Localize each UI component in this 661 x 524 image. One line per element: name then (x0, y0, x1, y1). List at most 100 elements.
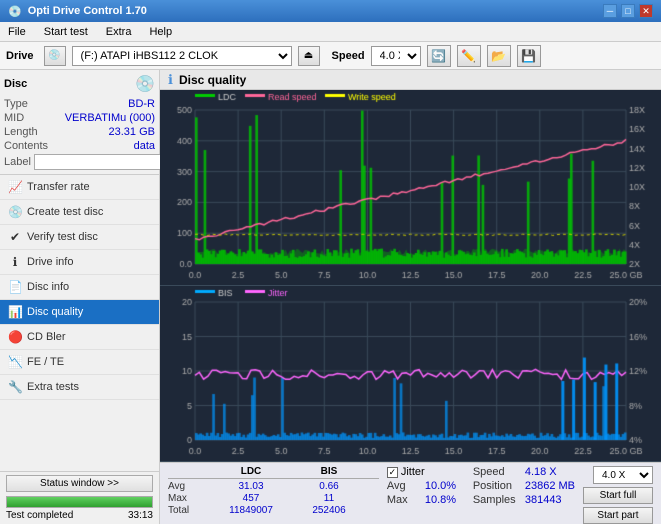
progress-bar-fill (7, 497, 152, 507)
stats-max-row: Max 457 11 (168, 493, 379, 504)
samples-key: Samples (473, 494, 521, 506)
app-title: Opti Drive Control 1.70 (28, 5, 147, 17)
stats-max-ldc: 457 (216, 493, 286, 504)
disc-quality-icon: 📊 (8, 305, 22, 319)
status-window-button[interactable]: Status window >> (6, 475, 153, 492)
status-bar: Status window >> Test completed 33:13 (0, 471, 159, 524)
titlebar-controls: ─ □ ✕ (603, 4, 653, 18)
fe-te-icon: 📉 (8, 355, 22, 369)
stats-max-bis: 11 (294, 493, 364, 504)
disc-contents-key: Contents (4, 140, 48, 152)
samples-val: 381443 (525, 494, 562, 506)
chart2-wrapper (160, 286, 661, 462)
speed-key: Speed (473, 466, 521, 478)
close-button[interactable]: ✕ (639, 4, 653, 18)
position-key: Position (473, 480, 521, 492)
start-full-button[interactable]: Start full (583, 487, 653, 504)
speed-dropdown[interactable]: 4.0 X (593, 466, 653, 484)
speed-select[interactable]: 4.0 X (371, 46, 421, 66)
jitter-label: Jitter (401, 466, 425, 478)
minimize-button[interactable]: ─ (603, 4, 617, 18)
eject-button[interactable]: ⏏ (298, 46, 320, 66)
verify-test-disc-label: Verify test disc (27, 231, 98, 243)
disc-contents-val: data (134, 140, 155, 152)
disc-label-input[interactable] (34, 154, 174, 170)
disc-label-row: Label 🔍 (4, 154, 155, 170)
menu-extra[interactable]: Extra (102, 25, 136, 39)
titlebar-left: 💿 Opti Drive Control 1.70 (8, 5, 147, 18)
status-time: 33:13 (128, 510, 153, 521)
jitter-avg-row: Avg 10.0% (387, 480, 465, 492)
save-button[interactable]: 💾 (517, 45, 541, 67)
jitter-max-label: Max (387, 494, 417, 506)
titlebar: 💿 Opti Drive Control 1.70 ─ □ ✕ (0, 0, 661, 22)
sidebar-item-cd-bler[interactable]: 🔴 CD Bler (0, 325, 159, 350)
position-val: 23862 MB (525, 480, 575, 492)
transfer-rate-icon: 📈 (8, 180, 22, 194)
menu-start-test[interactable]: Start test (40, 25, 92, 39)
menu-help[interactable]: Help (145, 25, 176, 39)
status-bottom: Test completed 33:13 (6, 510, 153, 521)
sidebar-item-extra-tests[interactable]: 🔧 Extra tests (0, 375, 159, 400)
stats-total-bis: 252406 (294, 505, 364, 516)
sidebar-item-create-test-disc[interactable]: 💿 Create test disc (0, 200, 159, 225)
sidebar-item-transfer-rate[interactable]: 📈 Transfer rate (0, 175, 159, 200)
jitter-avg-label: Avg (387, 480, 417, 492)
disc-label-key: Label (4, 156, 31, 168)
sidebar-item-fe-te[interactable]: 📉 FE / TE (0, 350, 159, 375)
stats-ldc-header: LDC (216, 466, 286, 477)
drive-icon: 💿 (44, 46, 66, 66)
cd-bler-label: CD Bler (27, 331, 66, 343)
jitter-max-row: Max 10.8% (387, 494, 465, 506)
stats-empty-header (168, 466, 208, 477)
disc-mid-key: MID (4, 112, 24, 124)
disc-info-label: Disc info (27, 281, 69, 293)
disc-header: Disc 💿 (4, 74, 155, 94)
dq-icon: ℹ (168, 72, 173, 88)
stats-avg-ldc: 31.03 (216, 481, 286, 492)
disc-quality-label: Disc quality (27, 306, 83, 318)
sidebar-item-drive-info[interactable]: ℹ Drive info (0, 250, 159, 275)
position-row: Position 23862 MB (473, 480, 575, 492)
stats-bis-header: BIS (294, 466, 364, 477)
create-test-disc-icon: 💿 (8, 205, 22, 219)
stats-panel: LDC BIS Avg 31.03 0.66 Max 457 11 Total … (160, 462, 661, 524)
disc-mid-row: MID VERBATIMu (000) (4, 112, 155, 124)
stats-avg-label: Avg (168, 481, 208, 492)
folder-button[interactable]: 📂 (487, 45, 511, 67)
stats-avg-row: Avg 31.03 0.66 (168, 481, 379, 492)
stats-avg-bis: 0.66 (294, 481, 364, 492)
start-part-button[interactable]: Start part (583, 507, 653, 524)
progress-bar (6, 496, 153, 508)
verify-test-disc-icon: ✔ (8, 230, 22, 244)
sidebar: Disc 💿 Type BD-R MID VERBATIMu (000) Len… (0, 70, 160, 524)
speed-val: 4.18 X (525, 466, 557, 478)
samples-row: Samples 381443 (473, 494, 575, 506)
refresh-button[interactable]: 🔄 (427, 45, 451, 67)
sidebar-item-disc-info[interactable]: 📄 Disc info (0, 275, 159, 300)
app-icon: 💿 (8, 5, 22, 18)
drive-select[interactable]: (F:) ATAPI iHBS112 2 CLOK (72, 46, 292, 66)
disc-panel: Disc 💿 Type BD-R MID VERBATIMu (000) Len… (0, 70, 159, 175)
jitter-avg-val: 10.0% (425, 480, 465, 492)
sidebar-item-disc-quality[interactable]: 📊 Disc quality (0, 300, 159, 325)
content-area: ℹ Disc quality LDC BIS (160, 70, 661, 524)
stats-total-ldc: 11849007 (216, 505, 286, 516)
edit-button[interactable]: ✏️ (457, 45, 481, 67)
maximize-button[interactable]: □ (621, 4, 635, 18)
stats-table: LDC BIS Avg 31.03 0.66 Max 457 11 Total … (168, 466, 379, 517)
menu-file[interactable]: File (4, 25, 30, 39)
disc-mid-val: VERBATIMu (000) (65, 112, 155, 124)
stats-max-label: Max (168, 493, 208, 504)
action-section: 4.0 X Start full Start part (583, 466, 653, 524)
jitter-checkbox[interactable]: ✓ (387, 467, 398, 478)
chart1-wrapper (160, 90, 661, 286)
jitter-section: ✓ Jitter Avg 10.0% Max 10.8% (387, 466, 465, 506)
disc-contents-row: Contents data (4, 140, 155, 152)
stats-header-row: LDC BIS (168, 466, 379, 479)
disc-length-row: Length 23.31 GB (4, 126, 155, 138)
drive-info-label: Drive info (27, 256, 73, 268)
sidebar-item-verify-test-disc[interactable]: ✔ Verify test disc (0, 225, 159, 250)
speed-row: Speed 4.18 X (473, 466, 575, 478)
extra-tests-label: Extra tests (27, 381, 79, 393)
